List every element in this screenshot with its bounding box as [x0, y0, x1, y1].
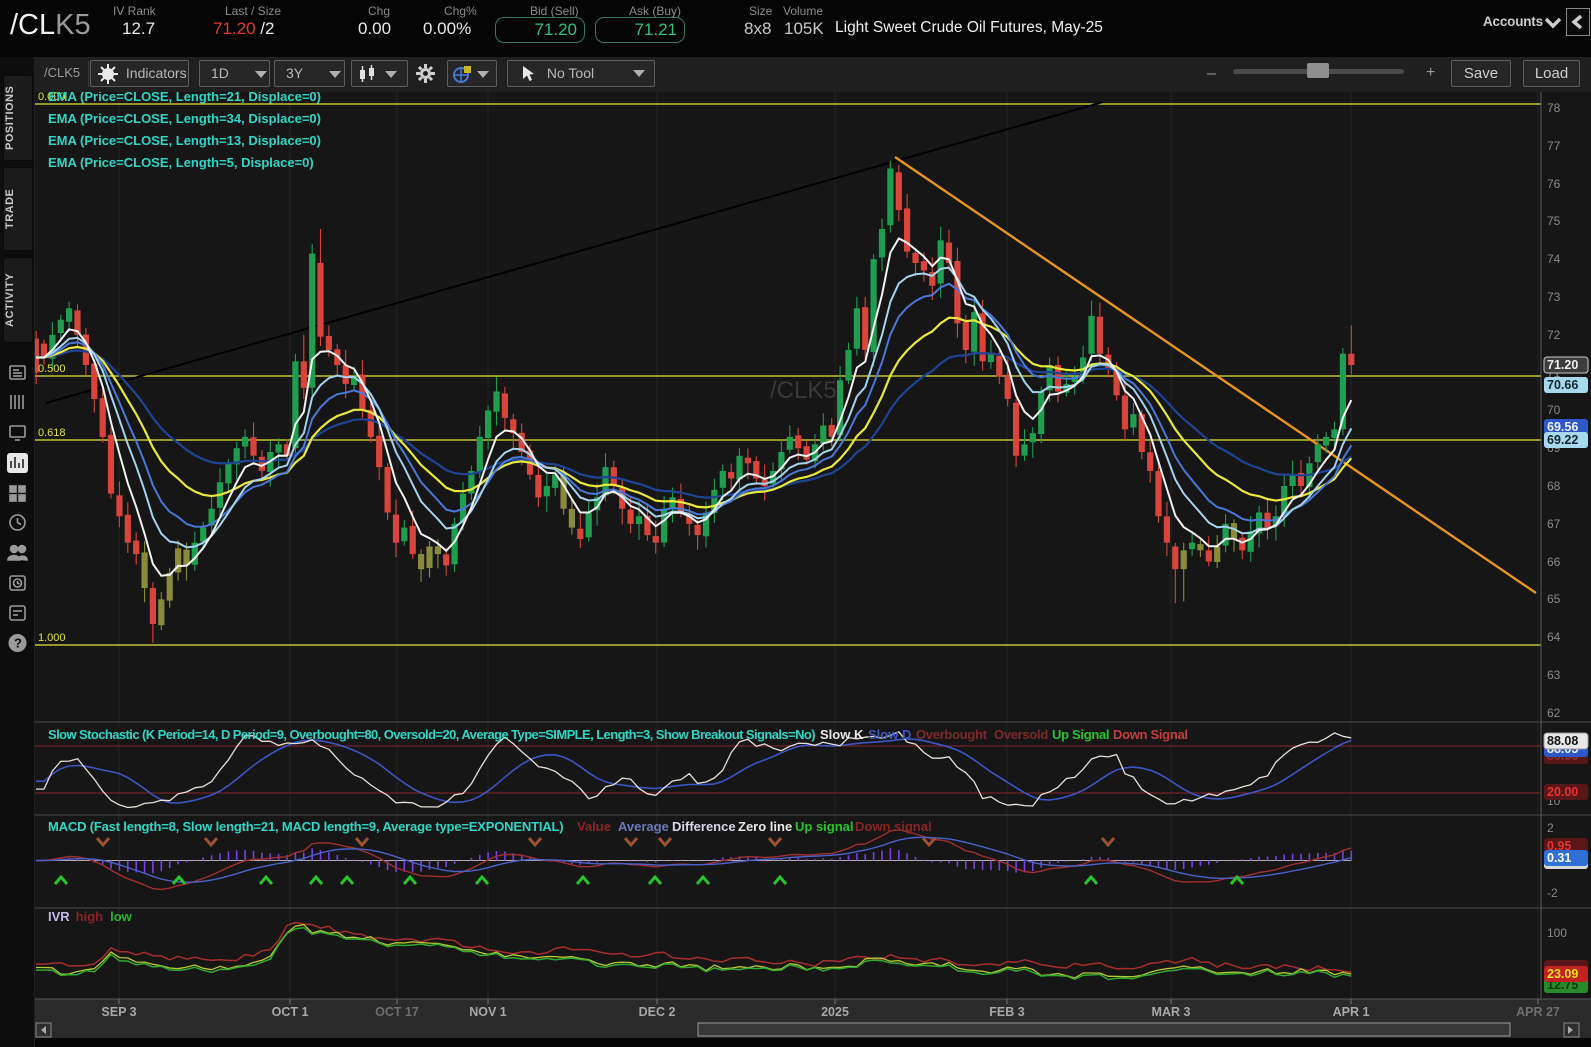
svg-text:20.00: 20.00: [1547, 785, 1578, 799]
svg-text:0.618: 0.618: [38, 427, 66, 439]
svg-text:65: 65: [1547, 592, 1561, 606]
svg-text:IVRhighlow: IVR high low: [48, 909, 133, 924]
svg-text:2025: 2025: [821, 1005, 849, 1019]
svg-text:EMA (Price=CLOSE, Length=5, Di: EMA (Price=CLOSE, Length=5, Displace=0): [48, 155, 314, 170]
svg-text:62: 62: [1547, 706, 1561, 720]
svg-text:68: 68: [1547, 479, 1561, 493]
svg-text:100: 100: [1547, 926, 1567, 940]
svg-text:0.500: 0.500: [38, 363, 66, 375]
svg-text:OCT 17: OCT 17: [375, 1005, 419, 1019]
svg-text:72: 72: [1547, 328, 1561, 342]
svg-text:SEP 3: SEP 3: [101, 1005, 136, 1019]
svg-text:70.66: 70.66: [1547, 378, 1578, 392]
svg-text:64: 64: [1547, 630, 1561, 644]
svg-text:88.08: 88.08: [1547, 734, 1578, 748]
svg-text:OCT 1: OCT 1: [272, 1005, 309, 1019]
svg-text:66: 66: [1547, 555, 1561, 569]
svg-text:67: 67: [1547, 517, 1561, 531]
svg-text:EMA (Price=CLOSE, Length=13, D: EMA (Price=CLOSE, Length=13, Displace=0): [48, 133, 321, 148]
svg-text:77: 77: [1547, 139, 1561, 153]
svg-text:73: 73: [1547, 290, 1561, 304]
svg-text:2: 2: [1547, 821, 1554, 835]
svg-text:70: 70: [1547, 403, 1561, 417]
svg-text:-2: -2: [1547, 886, 1558, 900]
svg-text:Slow Stochastic (K Period=14,: Slow Stochastic (K Period=14, D Period=9…: [48, 727, 1188, 742]
svg-text:75: 75: [1547, 214, 1561, 228]
svg-text:/CLK5: /CLK5: [770, 377, 837, 404]
svg-text:EMA (Price=CLOSE, Length=34, D: EMA (Price=CLOSE, Length=34, Displace=0): [48, 111, 321, 126]
svg-text:0.31: 0.31: [1547, 851, 1571, 865]
svg-text:71.20: 71.20: [1547, 358, 1578, 372]
svg-text:APR 1: APR 1: [1333, 1005, 1370, 1019]
svg-text:69.22: 69.22: [1547, 433, 1578, 447]
svg-text:76: 76: [1547, 177, 1561, 191]
svg-text:FEB 3: FEB 3: [989, 1005, 1024, 1019]
svg-text:63: 63: [1547, 668, 1561, 682]
svg-text:78: 78: [1547, 101, 1561, 115]
svg-text:1.000: 1.000: [38, 632, 66, 644]
svg-text:NOV 1: NOV 1: [469, 1005, 507, 1019]
svg-text:23.09: 23.09: [1547, 967, 1578, 981]
svg-text:DEC 2: DEC 2: [639, 1005, 676, 1019]
svg-text:?: ?: [14, 636, 22, 651]
svg-text:MAR 3: MAR 3: [1152, 1005, 1191, 1019]
svg-text:MACD (Fast length=8, Slow leng: MACD (Fast length=8, Slow length=21, MAC…: [48, 819, 932, 834]
svg-text:74: 74: [1547, 252, 1561, 266]
svg-text:APR 27: APR 27: [1516, 1005, 1560, 1019]
